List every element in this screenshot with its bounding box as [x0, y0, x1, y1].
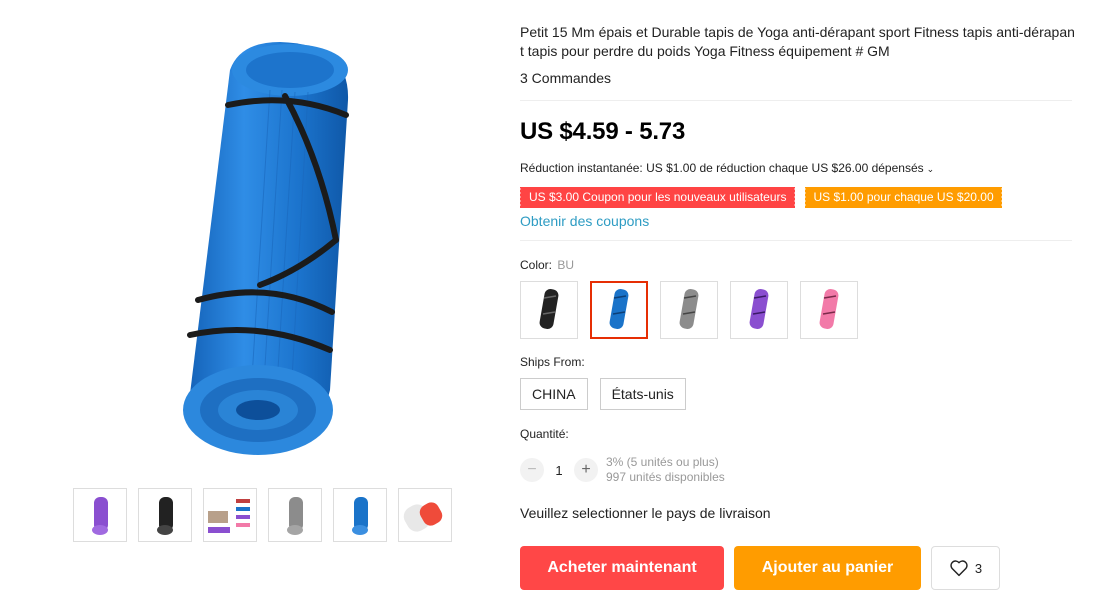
color-swatch-purple[interactable]	[730, 281, 788, 339]
buy-now-button[interactable]: Acheter maintenant	[520, 546, 724, 590]
thumbnail-purple-mat[interactable]	[73, 488, 127, 542]
bulk-discount-text: 3% (5 unités ou plus)	[606, 455, 719, 469]
quantity-label: Quantité:	[520, 427, 569, 441]
divider	[520, 100, 1072, 101]
quantity-value[interactable]: 1	[544, 463, 574, 478]
color-swatches	[520, 281, 858, 339]
wishlist-count: 3	[974, 560, 983, 576]
ships-from-options: CHINA États-unis	[520, 378, 686, 410]
quantity-increase-button[interactable]: +	[574, 458, 598, 482]
chevron-down-icon: ⌄	[926, 164, 935, 174]
wishlist-button[interactable]: 3	[931, 546, 1000, 590]
coupon-per-spend[interactable]: US $1.00 pour chaque US $20.00	[803, 187, 1002, 208]
color-label-text: Color:	[520, 258, 553, 272]
quantity-stepper: − 1 + 3% (5 unités ou plus) 997 unités d…	[520, 455, 725, 485]
stock-available-text: 997 unités disponibles	[606, 470, 725, 484]
divider	[520, 240, 1072, 241]
thumbnail-blue-mat[interactable]	[333, 488, 387, 542]
shipping-country-message: Veuillez selectionner le pays de livrais…	[520, 505, 771, 521]
product-price: US $4.59 - 5.73	[520, 118, 686, 145]
coupon-new-user[interactable]: US $3.00 Coupon pour les nouveaux utilis…	[519, 187, 795, 208]
order-count: 3 Commandes	[520, 70, 612, 86]
color-label: Color: BU	[520, 258, 574, 272]
purchase-actions: Acheter maintenant Ajouter au panier 3	[520, 546, 1000, 590]
thumbnail-gray-mat[interactable]	[268, 488, 322, 542]
color-swatch-black[interactable]	[520, 281, 578, 339]
instant-reduction[interactable]: Réduction instantanée: US $1.00 de réduc…	[520, 161, 934, 175]
color-swatch-pink[interactable]	[800, 281, 858, 339]
thumbnail-strip	[73, 488, 452, 542]
ships-from-usa[interactable]: États-unis	[599, 378, 686, 410]
add-to-cart-button[interactable]: Ajouter au panier	[734, 546, 921, 590]
thumbnail-white-red-mat[interactable]	[398, 488, 452, 542]
main-product-image[interactable]	[150, 30, 380, 470]
thumbnail-black-mat[interactable]	[138, 488, 192, 542]
color-selected-value: BU	[557, 258, 575, 272]
heart-icon	[950, 560, 968, 577]
color-swatch-gray[interactable]	[660, 281, 718, 339]
product-gallery	[0, 0, 520, 604]
color-swatch-blue[interactable]	[590, 281, 648, 339]
reduction-text: Réduction instantanée: US $1.00 de réduc…	[520, 161, 924, 175]
thumbnail-multi-color-mats[interactable]	[203, 488, 257, 542]
ships-from-china[interactable]: CHINA	[520, 378, 588, 410]
product-title: Petit 15 Mm épais et Durable tapis de Yo…	[520, 24, 1075, 59]
ships-from-label: Ships From:	[520, 355, 585, 369]
get-coupons-link[interactable]: Obtenir des coupons	[520, 213, 649, 229]
quantity-decrease-button[interactable]: −	[520, 458, 544, 482]
coupon-list: US $3.00 Coupon pour les nouveaux utilis…	[519, 187, 1002, 208]
quantity-info: 3% (5 unités ou plus) 997 unités disponi…	[606, 455, 725, 485]
